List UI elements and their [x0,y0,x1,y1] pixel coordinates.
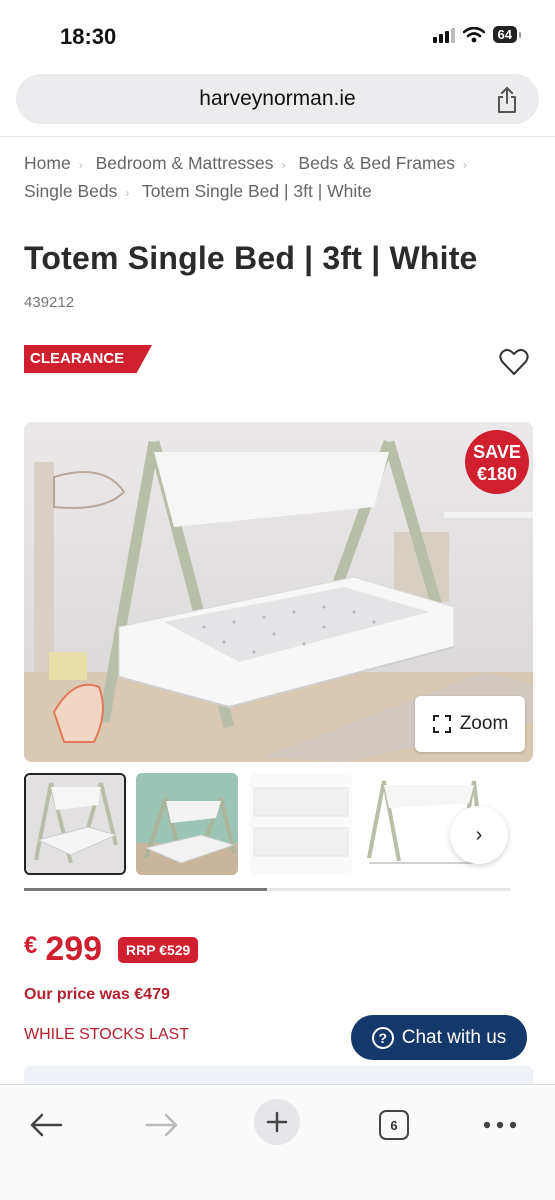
battery-icon: 64 [492,26,522,43]
forward-arrow-icon [145,1113,178,1137]
thumbnail-2[interactable] [136,773,238,875]
status-bar: 18:30 64 [0,0,555,72]
divider [0,136,555,137]
price-amount: 299 [45,930,103,968]
breadcrumb-beds-frames[interactable]: Beds & Bed Frames [298,153,455,173]
expand-icon [432,715,451,733]
thumbnail-1[interactable] [24,773,126,875]
browser-toolbar: 6 [0,1084,555,1200]
store-availability-panel[interactable] [24,1066,533,1086]
was-price: Our price was €479 [24,986,170,1003]
zoom-button[interactable]: Zoom [415,696,525,752]
forward-button[interactable] [142,1105,182,1145]
chevron-right-icon: › [475,823,483,846]
share-icon[interactable] [495,86,519,114]
product-title: Totem Single Bed | 3ft | White [24,240,478,276]
address-bar[interactable]: harveynorman.ie [16,74,539,124]
thumbnail-strip: › [24,773,533,877]
rrp-badge: RRP €529 [118,937,199,963]
breadcrumb-separator: › [281,158,286,172]
more-dots-icon [483,1121,517,1129]
status-time: 18:30 [60,24,117,49]
back-button[interactable] [26,1105,66,1145]
price-currency: € [24,932,38,959]
save-badge-label: SAVE [473,442,521,462]
help-icon: ? [371,1026,394,1049]
breadcrumb-separator: › [125,186,130,200]
chat-label: Chat with us [401,1026,507,1048]
product-image[interactable]: SAVE €180 Zoom [24,422,533,762]
wifi-icon [462,26,485,42]
price: € 299 [24,930,102,969]
zoom-label: Zoom [459,713,509,734]
product-sku: 439212 [24,294,75,311]
breadcrumb-separator: › [463,158,468,172]
breadcrumb-current: Totem Single Bed | 3ft | White [141,181,372,201]
status-icons: 64 [432,26,522,43]
address-bar-url[interactable]: harveynorman.ie [16,87,539,111]
more-menu-button[interactable] [482,1105,518,1145]
thumbnail-image [26,775,124,873]
gallery-progress [24,888,510,891]
tabs-button[interactable]: 6 [378,1105,410,1145]
thumbnail-image [250,773,352,875]
save-badge: SAVE €180 [465,430,529,494]
save-badge-amount: €180 [476,464,518,484]
breadcrumb-separator: › [78,158,83,172]
back-arrow-icon [30,1113,63,1137]
breadcrumb-home[interactable]: Home [24,153,71,173]
breadcrumb-bedroom-mattresses[interactable]: Bedroom & Mattresses [96,153,274,173]
thumbnail-next-button[interactable]: › [450,806,508,864]
plus-icon [254,1099,300,1145]
gallery-progress-fill [24,888,267,891]
thumbnail-image [136,773,238,875]
signal-icon [432,27,455,43]
stock-note: WHILE STOCKS LAST [24,1026,190,1043]
wishlist-heart-icon[interactable] [499,348,529,376]
tab-count: 6 [379,1110,409,1140]
breadcrumb-single-beds[interactable]: Single Beds [24,181,117,201]
thumbnail-3[interactable] [250,773,352,875]
new-tab-button[interactable] [254,1099,300,1145]
chat-button[interactable]: ? Chat with us [351,1015,527,1060]
clearance-badge: CLEARANCE [24,345,152,373]
breadcrumb: Home › Bedroom & Mattresses › Beds & Bed F… [24,150,534,206]
